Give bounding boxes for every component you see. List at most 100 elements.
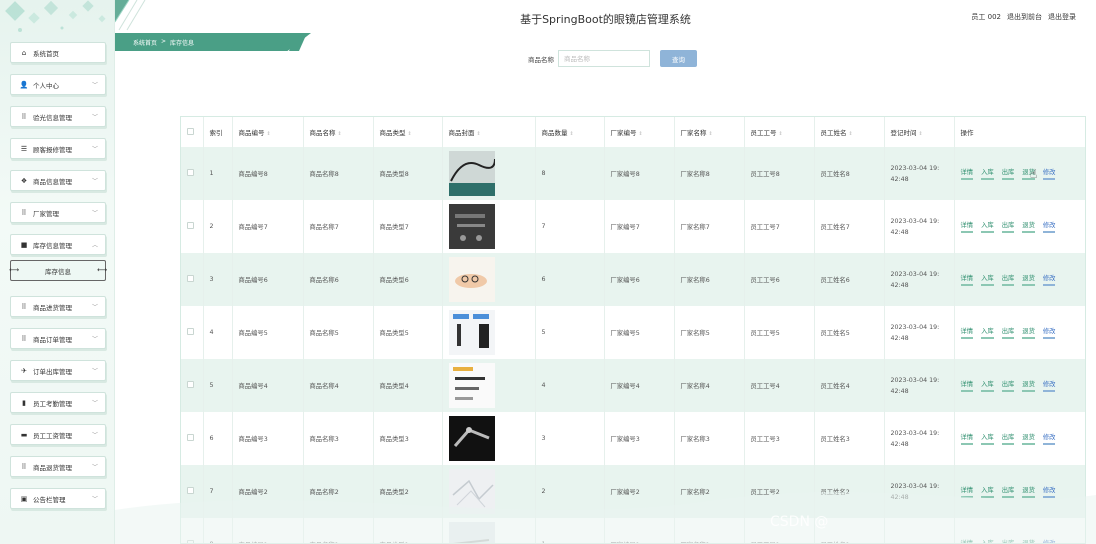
select-all-header [181, 117, 204, 147]
column-header[interactable]: 员工姓名 ⇕ [814, 117, 885, 147]
product-cover-image[interactable] [448, 310, 495, 355]
row-checkbox[interactable] [187, 434, 194, 441]
row-checkbox[interactable] [187, 275, 194, 282]
column-header[interactable]: 商品封面 ⇕ [442, 117, 536, 147]
sort-icon[interactable]: ⇕ [477, 131, 481, 137]
edit-button[interactable]: 修改 [1042, 379, 1056, 392]
sidebar-item[interactable]: ▮ 员工考勤管理 ﹀ [10, 392, 106, 413]
column-header[interactable]: 商品类型 ⇕ [373, 117, 443, 147]
detail-button[interactable]: 详情 [960, 167, 974, 180]
sort-icon[interactable]: ⇕ [267, 131, 271, 137]
return-button[interactable]: 退货 [1022, 432, 1035, 445]
detail-button[interactable]: 详情 [960, 379, 974, 392]
stock-in-button[interactable]: 入库 [981, 432, 994, 445]
manufacturer-code-cell: 厂家编号6 [604, 253, 675, 306]
sidebar-item[interactable]: ⠿ 商品订单管理 ﹀ [10, 328, 106, 349]
row-checkbox[interactable] [187, 222, 194, 229]
sidebar-item[interactable]: ⌂ 系统首页 [10, 42, 106, 63]
sidebar-item[interactable]: ✈ 订单出库管理 ﹀ [10, 360, 106, 381]
sidebar-item[interactable]: ⠿ 商品退货管理 ﹀ [10, 456, 106, 477]
sidebar-item[interactable]: ⠿ 商品进货管理 ﹀ [10, 296, 106, 317]
product-cover-image[interactable] [448, 363, 495, 408]
product-cover-image[interactable] [448, 416, 495, 461]
product-code-cell: 商品编号6 [232, 253, 304, 306]
sidebar-item[interactable]: ⠿ 验光信息管理 ﹀ [10, 106, 106, 127]
sort-icon[interactable]: ⇕ [408, 131, 412, 137]
stock-out-button[interactable]: 出库 [1001, 273, 1015, 286]
column-header[interactable]: 商品名称 ⇕ [303, 117, 374, 147]
sidebar-item[interactable]: ❖ 商品信息管理 ﹀ [10, 170, 106, 191]
product-cover-image[interactable] [448, 204, 495, 249]
column-header[interactable]: 厂家名称 ⇕ [674, 117, 745, 147]
column-header[interactable]: 厂家编号 ⇕ [604, 117, 675, 147]
manufacturer-name: 厂家名称4 [680, 383, 710, 390]
send-icon: ✈ [21, 366, 27, 375]
return-button[interactable]: 退货 [1022, 379, 1035, 392]
column-header[interactable]: 商品数量 ⇕ [535, 117, 605, 147]
employee-number-cell: 员工工号6 [744, 253, 815, 306]
stock-in-button[interactable]: 入库 [981, 220, 994, 233]
employee-name: 员工姓名3 [820, 436, 850, 443]
search-button[interactable]: 查询 [660, 50, 697, 67]
return-button[interactable]: 退货 [1022, 326, 1035, 339]
detail-button[interactable]: 详情 [960, 273, 974, 286]
detail-button[interactable]: 详情 [960, 432, 974, 445]
stock-in-button[interactable]: 入库 [981, 273, 994, 286]
stock-out-button[interactable]: 出库 [1001, 326, 1015, 339]
detail-button[interactable]: 详情 [960, 326, 974, 339]
stock-in-button[interactable]: 入库 [981, 379, 994, 392]
search-input[interactable] [558, 50, 650, 67]
sidebar-item[interactable]: ⟷ 库存信息 ⟷ [9, 260, 107, 281]
row-index: 5 [209, 382, 214, 389]
back-to-frontend-link[interactable]: 退出到前台 [1007, 12, 1042, 22]
employee-number-cell: 员工工号7 [744, 200, 815, 253]
sort-icon[interactable]: ⇕ [849, 131, 853, 137]
employee-number: 员工工号3 [750, 436, 780, 443]
stock-in-button[interactable]: 入库 [981, 167, 994, 180]
manufacturer-code: 厂家编号8 [610, 171, 640, 178]
edit-button[interactable]: 修改 [1042, 220, 1056, 233]
column-header[interactable]: 登记时间 ⇕ [884, 117, 955, 147]
row-checkbox[interactable] [187, 169, 194, 176]
product-name-cell: 商品名称4 [303, 359, 374, 412]
stock-out-button[interactable]: 出库 [1001, 220, 1015, 233]
stock-out-button[interactable]: 出库 [1001, 379, 1015, 392]
product-cover-image[interactable] [448, 257, 495, 302]
edit-button[interactable]: 修改 [1042, 273, 1056, 286]
sort-icon[interactable]: ⇕ [570, 131, 574, 137]
edit-button[interactable]: 修改 [1042, 326, 1056, 339]
product-cover-image[interactable] [448, 151, 495, 196]
edit-button[interactable]: 修改 [1042, 432, 1056, 445]
employee-number-cell: 员工工号4 [744, 359, 815, 412]
sidebar-item[interactable]: ☰ 顾客报修管理 ﹀ [10, 138, 106, 159]
sort-icon[interactable]: ⇕ [919, 131, 923, 137]
row-checkbox[interactable] [187, 381, 194, 388]
sidebar-item[interactable]: ⠿ 厂家管理 ﹀ [10, 202, 106, 223]
stock-in-button[interactable]: 入库 [981, 326, 994, 339]
column-header[interactable]: 商品编号 ⇕ [232, 117, 304, 147]
stock-out-button[interactable]: 出库 [1001, 167, 1015, 180]
sort-icon[interactable]: ⇕ [338, 131, 342, 137]
sidebar-item-label: 商品信息管理 [33, 177, 72, 186]
column-header[interactable]: 员工工号 ⇕ [744, 117, 815, 147]
sidebar-item[interactable]: 👤 个人中心 ﹀ [10, 74, 106, 95]
return-button[interactable]: 退货 [1022, 273, 1035, 286]
sidebar-item[interactable]: ▣ 公告栏管理 ﹀ [10, 488, 106, 509]
sort-icon[interactable]: ⇕ [709, 131, 713, 137]
index-cell: 3 [203, 253, 233, 306]
return-button[interactable]: 退货 [1022, 220, 1035, 233]
employee-name: 员工姓名8 [820, 171, 850, 178]
sort-icon[interactable]: ⇕ [639, 131, 643, 137]
logout-link[interactable]: 退出登录 [1048, 12, 1076, 22]
breadcrumb-home[interactable]: 系统首页 [133, 38, 157, 47]
row-checkbox[interactable] [187, 328, 194, 335]
edit-button[interactable]: 修改 [1042, 167, 1056, 180]
select-all-checkbox[interactable] [187, 127, 194, 135]
sidebar-item[interactable]: ■ 库存信息管理 ︿ [10, 234, 106, 255]
row-actions: 详情入库出库退货修改 [960, 273, 1086, 286]
sidebar-item[interactable]: ▬ 员工工资管理 ﹀ [10, 424, 106, 445]
register-time: 2023-03-04 19: 42:48 [891, 216, 954, 238]
detail-button[interactable]: 详情 [960, 220, 974, 233]
stock-out-button[interactable]: 出库 [1001, 432, 1015, 445]
sort-icon[interactable]: ⇕ [779, 131, 783, 137]
